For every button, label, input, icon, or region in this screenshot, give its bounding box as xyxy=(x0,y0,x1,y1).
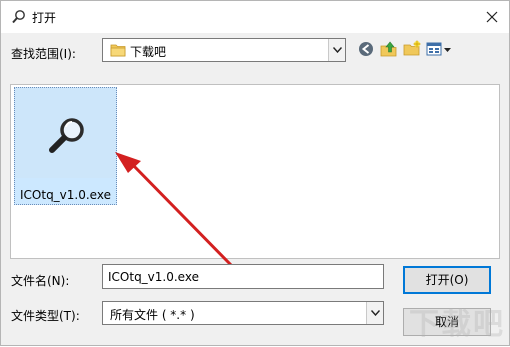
file-thumbnail xyxy=(15,88,116,178)
file-type-dropdown-button[interactable] xyxy=(366,302,383,324)
back-icon xyxy=(359,42,373,56)
new-folder-icon xyxy=(403,40,421,56)
file-type-label: 文件类型(T): xyxy=(11,309,80,323)
file-item[interactable]: ICOtq_v1.0.exe xyxy=(14,87,117,205)
file-type-dropdown[interactable]: 所有文件 ( *.* ) xyxy=(102,301,384,325)
open-file-dialog: 打开 查找范围(I): 下载吧 ICOtq_v1.0.exe 文件名(N): I… xyxy=(0,0,510,346)
folder-icon xyxy=(110,43,126,57)
file-name-field-label: 文件名(N): xyxy=(11,274,70,288)
look-in-dropdown[interactable]: 下载吧 xyxy=(102,38,346,62)
open-button[interactable]: 打开(O) xyxy=(403,266,491,294)
file-type-value: 所有文件 ( *.* ) xyxy=(110,308,195,322)
back-button[interactable] xyxy=(356,39,376,59)
up-folder-button[interactable] xyxy=(379,39,399,59)
look-in-label: 查找范围(I): xyxy=(11,47,76,61)
look-in-dropdown-button[interactable] xyxy=(328,39,345,61)
magnifier-icon xyxy=(49,118,84,153)
chevron-down-icon xyxy=(333,47,342,53)
up-folder-icon xyxy=(380,41,397,57)
new-folder-button[interactable] xyxy=(402,39,422,59)
file-list-pane[interactable]: ICOtq_v1.0.exe xyxy=(10,84,500,259)
title-bar[interactable]: 打开 xyxy=(1,1,509,33)
close-icon xyxy=(486,11,498,23)
close-button[interactable] xyxy=(475,1,509,33)
search-icon xyxy=(11,9,27,25)
window-title: 打开 xyxy=(32,11,57,25)
chevron-down-icon xyxy=(371,310,380,316)
view-menu-button[interactable] xyxy=(425,39,453,59)
look-in-value: 下载吧 xyxy=(130,45,167,59)
view-menu-icon xyxy=(426,42,451,56)
file-name-label: ICOtq_v1.0.exe xyxy=(20,188,111,202)
watermark-logo: 下载吧 xyxy=(409,307,505,342)
file-name-input[interactable] xyxy=(102,264,384,289)
